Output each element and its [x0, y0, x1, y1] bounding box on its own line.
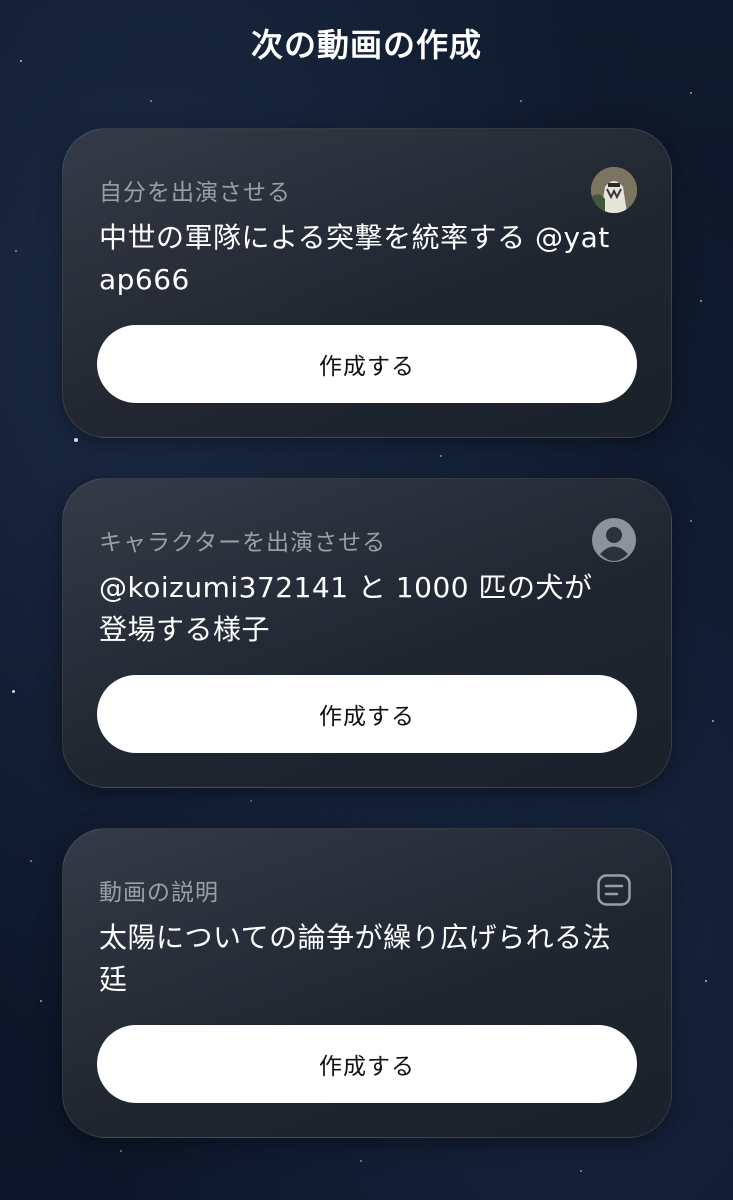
star — [15, 250, 17, 252]
create-button[interactable]: 作成する — [97, 1025, 637, 1103]
card-label: 自分を出演させる — [99, 180, 291, 206]
card-appear-character: キャラクターを出演させる @koizumi372141 と 1000 匹の犬が登… — [62, 478, 672, 788]
user-avatar-icon[interactable] — [591, 167, 637, 213]
avatar — [591, 167, 637, 213]
star — [712, 720, 714, 722]
card-prompt-text: 太陽についての論争が繰り広げられる法廷 — [99, 921, 612, 996]
star — [30, 860, 32, 862]
star — [440, 455, 442, 457]
star — [690, 520, 692, 522]
person-circle-icon[interactable] — [591, 517, 637, 563]
card-label: キャラクターを出演させる — [99, 530, 387, 556]
star — [360, 1160, 362, 1162]
star — [705, 980, 707, 982]
text-document-icon[interactable] — [591, 867, 637, 913]
star — [12, 690, 15, 693]
star — [74, 438, 78, 442]
person-circle-glyph — [592, 518, 636, 562]
card-appear-yourself: 自分を出演させる 中世の軍隊による突撃を統率する @yatap666 作成する — [62, 128, 672, 438]
text-document-glyph — [597, 874, 631, 906]
card-prompt-text: @koizumi372141 と 1000 匹の犬が登場する様子 — [99, 571, 593, 646]
card-prompt-text: 中世の軍隊による突撃を統率する @yatap666 — [99, 221, 610, 296]
page-title: 次の動画の作成 — [250, 26, 482, 64]
star — [40, 1000, 42, 1002]
star — [150, 100, 152, 102]
star — [520, 100, 522, 102]
create-button[interactable]: 作成する — [97, 675, 637, 753]
card-label: 動画の説明 — [99, 880, 219, 906]
star — [580, 1170, 582, 1172]
star — [120, 1150, 122, 1152]
star — [250, 800, 252, 802]
star — [690, 92, 692, 94]
avatar-photo — [591, 167, 637, 213]
card-video-description: 動画の説明 太陽についての論争が繰り広げられる法廷 作成する — [62, 828, 672, 1138]
create-button[interactable]: 作成する — [97, 325, 637, 403]
star — [700, 300, 702, 302]
